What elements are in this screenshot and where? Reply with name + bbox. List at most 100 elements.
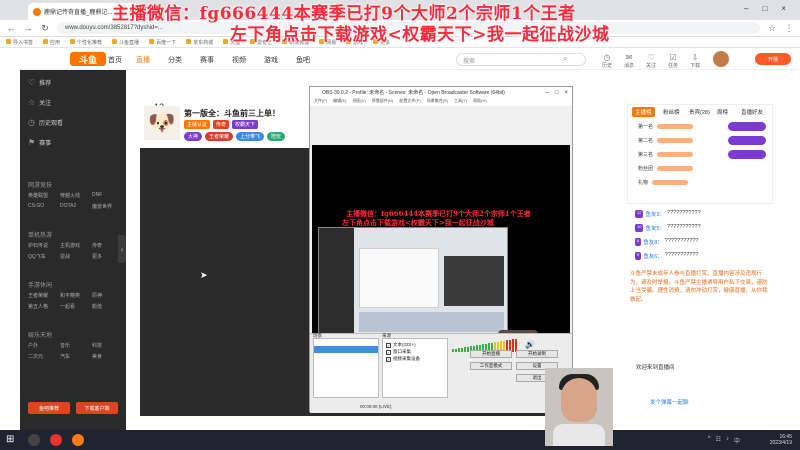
bookmark-item[interactable]: 京东商城 [186, 39, 213, 46]
chat-username[interactable]: 鱼友5： [645, 224, 665, 232]
rank-tab[interactable]: 贵宾(28) [686, 107, 713, 117]
source-checkbox[interactable]: ✓ [386, 342, 391, 348]
rank-tab[interactable]: 粉丝榜 [660, 107, 683, 117]
sidebar-category[interactable]: 一起看 [60, 303, 75, 310]
nav-item[interactable]: 视频 [232, 55, 246, 65]
header-icon-item[interactable]: ✉ 消息 [620, 53, 638, 69]
header-icon-item[interactable]: ♡ 关注 [642, 53, 660, 69]
chat-username[interactable]: 鱼友3： [645, 210, 665, 218]
obs-button[interactable]: 工作室模式 [470, 362, 512, 370]
network-icon[interactable]: ☷ [716, 436, 721, 445]
chat-username[interactable]: 鱼友6： [643, 252, 663, 260]
download-client-button[interactable]: 下载客户端 [76, 402, 118, 414]
sidebar-category[interactable]: 更多 [92, 253, 102, 260]
sidebar-category[interactable]: 逆战 [60, 253, 70, 260]
back-icon[interactable]: ← [6, 23, 16, 33]
obs-menu-item[interactable]: 编辑(E) [333, 98, 346, 106]
sources-list[interactable]: ✓ 文本(GDI+) ✓ 窗口采集 ✓ 视频采集设备 [382, 338, 448, 398]
site-logo[interactable]: 斗鱼 [70, 52, 106, 66]
sidebar-item[interactable]: ♡ 推荐 [28, 78, 51, 87]
bookmark-item[interactable]: 斗鱼直播 [112, 39, 139, 46]
obs-menu-item[interactable]: 场景集合(S) [427, 98, 448, 106]
obs-button[interactable]: 开始直播 [470, 350, 512, 358]
chat-message[interactable]: 8 鱼友8：??????????? [635, 238, 698, 246]
sidebar-category[interactable]: 二次元 [28, 353, 43, 360]
chat-message[interactable]: 10 鱼友5：??????????? [635, 224, 701, 232]
rank-badge[interactable] [728, 136, 766, 145]
forward-icon[interactable]: → [23, 23, 33, 33]
sidebar-category[interactable]: QQ飞车 [28, 253, 46, 260]
source-item[interactable]: ✓ 文本(GDI+) [386, 342, 416, 348]
source-checkbox[interactable]: ✓ [386, 356, 391, 362]
obs-taskbar-icon[interactable] [28, 434, 40, 446]
sidebar-category[interactable]: 王者荣耀 [28, 292, 48, 299]
user-avatar[interactable] [713, 51, 729, 67]
room-badge[interactable]: 上分带飞 [236, 132, 265, 141]
ime-icon[interactable]: 中 [734, 436, 740, 445]
sidebar-category[interactable]: 穿越火线 [60, 192, 80, 199]
sidebar-item[interactable]: ☆ 关注 [28, 98, 51, 107]
bookmark-item[interactable]: 个性化推荐 [70, 39, 102, 46]
sidebar-category[interactable]: DOTA2 [60, 203, 76, 209]
sidebar-recommend-button[interactable]: 鱼吧推荐 [28, 402, 70, 414]
sidebar-item[interactable]: ⚑ 赛事 [28, 138, 51, 147]
sidebar-category[interactable]: 颜值 [92, 303, 102, 310]
minimize-icon[interactable]: – [744, 4, 748, 13]
speaker-icon[interactable]: 🔊 [525, 340, 535, 349]
sidebar-category[interactable]: 英雄联盟 [28, 192, 48, 199]
chat-username[interactable]: 鱼友8： [643, 238, 663, 246]
close-icon[interactable]: × [781, 4, 786, 13]
rank-tab[interactable]: 主播榜 [632, 107, 655, 117]
sidebar-item[interactable]: ◷ 历史观看 [28, 118, 63, 127]
sidebar-category[interactable]: 汽车 [60, 353, 70, 360]
sidebar-category[interactable]: 户外 [28, 342, 38, 349]
volume-icon[interactable]: ♪ [726, 436, 729, 445]
obs-close-icon[interactable]: × [564, 90, 568, 96]
room-badge[interactable]: 陪玩 [267, 132, 286, 141]
star-icon[interactable]: ☆ [767, 23, 777, 34]
rank-tab[interactable]: 直播好友 [738, 107, 766, 117]
bookmark-item[interactable]: 应用 [43, 39, 60, 46]
rank-badge[interactable] [728, 122, 766, 131]
header-icon-item[interactable]: ☑ 任务 [664, 53, 682, 69]
chrome-taskbar-icon[interactable] [50, 434, 62, 446]
rank-row[interactable]: 第一名 [638, 123, 694, 130]
sidebar-category[interactable]: 主机游戏 [60, 242, 80, 249]
room-tag[interactable]: 主播认证 [184, 120, 211, 129]
source-item[interactable]: ✓ 视频采集设备 [386, 356, 420, 362]
sidebar-category[interactable]: DNF [92, 192, 102, 198]
clock[interactable]: 16:45 2023/4/19 [770, 434, 792, 446]
obs-menu-item[interactable]: 工具(T) [454, 98, 467, 106]
sidebar-category[interactable]: 炉石传说 [28, 242, 48, 249]
source-checkbox[interactable]: ✓ [386, 349, 391, 355]
chat-message[interactable]: 12 鱼友3：??????????? [635, 210, 701, 218]
sidebar-category[interactable]: 第五人格 [28, 303, 48, 310]
obs-maximize-icon[interactable]: □ [555, 90, 559, 96]
nav-item[interactable]: 直播 [136, 55, 150, 65]
sidebar-collapse-icon[interactable]: ‹ [118, 235, 126, 263]
obs-minimize-icon[interactable]: – [546, 90, 549, 96]
nav-item[interactable]: 赛事 [200, 55, 214, 65]
room-badge[interactable]: 大神 [184, 132, 203, 141]
streamer-avatar[interactable]: 🐶 [144, 106, 180, 140]
firefox-taskbar-icon[interactable] [72, 434, 84, 446]
sidebar-category[interactable]: 原神 [92, 292, 102, 299]
maximize-icon[interactable]: □ [762, 4, 767, 13]
source-item[interactable]: ✓ 窗口采集 [386, 349, 411, 355]
header-icon-item[interactable]: ⇩ 下载 [686, 53, 704, 69]
search-icon[interactable]: ⌕ [563, 54, 574, 65]
room-badge[interactable]: 王者荣耀 [205, 132, 234, 141]
rank-row[interactable]: 第二名 [638, 137, 694, 144]
menu-icon[interactable]: ⋮ [784, 23, 794, 34]
obs-button[interactable]: 开始录制 [516, 350, 558, 358]
chat-message[interactable]: 9 鱼友6：??????????? [635, 252, 698, 260]
obs-menu-item[interactable]: 视图(V) [352, 98, 365, 106]
chevron-up-icon[interactable]: ^ [708, 436, 711, 445]
nav-item[interactable]: 鱼吧 [296, 55, 310, 65]
selected-scene[interactable] [314, 346, 378, 353]
scenes-list[interactable] [313, 338, 379, 398]
sidebar-category[interactable]: 科技 [92, 342, 102, 349]
rank-tab[interactable]: 周榜 [714, 107, 731, 117]
room-tag[interactable]: 传奇 [213, 120, 230, 129]
obs-menu-item[interactable]: 帮助(H) [473, 98, 487, 106]
